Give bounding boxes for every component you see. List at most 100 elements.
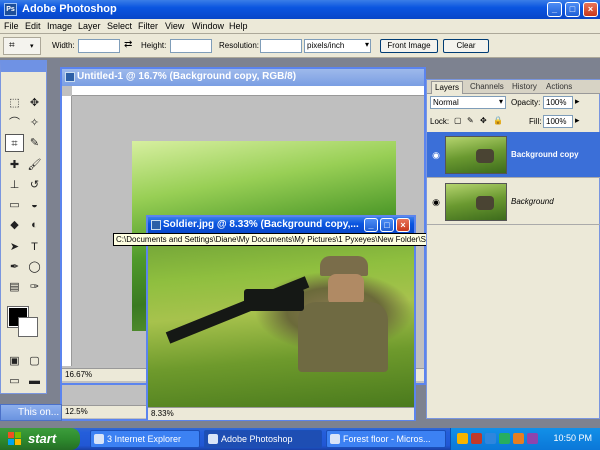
volume-icon[interactable] xyxy=(527,433,538,444)
front-image-button[interactable]: Front Image xyxy=(380,39,438,53)
start-label: start xyxy=(28,431,57,446)
path-select-icon[interactable]: ➤ xyxy=(5,238,24,256)
height-field[interactable] xyxy=(170,39,212,53)
maximize-button[interactable]: □ xyxy=(565,2,580,17)
document-icon xyxy=(330,434,340,444)
tray-icon[interactable] xyxy=(485,433,496,444)
vertical-ruler xyxy=(62,96,72,366)
layer-row-background-copy[interactable]: ◉ Background copy xyxy=(427,132,600,178)
windows-logo-icon xyxy=(8,432,23,446)
lock-transparent-icon[interactable]: ▢ xyxy=(454,116,462,125)
resolution-field[interactable] xyxy=(260,39,302,53)
menu-edit[interactable]: Edit xyxy=(25,21,41,31)
tray-icon[interactable] xyxy=(471,433,482,444)
task-internet-explorer[interactable]: 3 Internet Explorer xyxy=(90,430,200,448)
close-button[interactable]: × xyxy=(583,2,598,17)
document-title-bar[interactable]: Untitled-1 @ 16.7% (Background copy, RGB… xyxy=(62,69,424,86)
quick-mask-icon[interactable]: ▣ xyxy=(5,352,24,370)
start-button[interactable]: start xyxy=(0,428,80,450)
layer-row-background[interactable]: ◉ Background xyxy=(427,179,600,225)
lock-position-icon[interactable]: ✥ xyxy=(480,116,487,125)
blur-tool-icon[interactable]: ◆ xyxy=(5,216,24,234)
fill-field[interactable]: 100% xyxy=(543,115,573,128)
menu-window[interactable]: Window xyxy=(192,21,224,31)
type-tool-icon[interactable]: T xyxy=(25,238,44,256)
full-screen-icon[interactable]: ▬ xyxy=(25,372,44,390)
document-title-bar[interactable]: Soldier.jpg @ 8.33% (Background copy,...… xyxy=(148,217,414,234)
app-title-bar[interactable]: Ps Adobe Photoshop _ □ × xyxy=(0,0,600,19)
lock-all-icon[interactable]: 🔒 xyxy=(493,116,503,125)
task-forest-floor[interactable]: Forest floor - Micros... xyxy=(326,430,446,448)
width-label: Width: xyxy=(52,41,75,50)
move-tool-icon[interactable]: ✥ xyxy=(25,94,44,112)
clock[interactable]: 10:50 PM xyxy=(553,433,592,443)
fill-slider-icon[interactable]: ▸ xyxy=(575,115,580,126)
magic-wand-icon[interactable]: ✧ xyxy=(25,114,44,132)
tool-preset-picker[interactable]: ⌗ ▾ xyxy=(3,37,41,55)
pen-tool-icon[interactable]: ✒ xyxy=(5,258,24,276)
slice-tool-icon[interactable]: ✎ xyxy=(25,134,44,152)
tab-layers[interactable]: Layers xyxy=(431,81,464,94)
minimize-button[interactable]: _ xyxy=(547,2,562,17)
system-tray: 10:50 PM xyxy=(450,428,600,450)
opacity-field[interactable]: 100% xyxy=(543,96,573,109)
document-status-bar: 12.5% xyxy=(62,405,153,418)
background-color-swatch[interactable] xyxy=(18,317,38,337)
zoom-level[interactable]: 16.67% xyxy=(65,370,92,379)
tab-channels[interactable]: Channels xyxy=(467,81,507,94)
units-select[interactable]: pixels/inch ▾ xyxy=(304,39,371,53)
task-adobe-photoshop[interactable]: Adobe Photoshop xyxy=(204,430,322,448)
standard-mode-icon[interactable]: ▢ xyxy=(25,352,44,370)
maximize-button[interactable]: □ xyxy=(380,218,394,232)
brush-tool-icon[interactable]: 🖌 xyxy=(25,156,44,174)
tab-actions[interactable]: Actions xyxy=(543,81,575,94)
layer-name: Background xyxy=(511,197,554,206)
soldier-hat xyxy=(320,256,368,276)
tray-icon[interactable] xyxy=(457,433,468,444)
tray-icon[interactable] xyxy=(513,433,524,444)
blend-mode-select[interactable]: Normal ▾ xyxy=(430,96,506,109)
fill-label: Fill: xyxy=(529,117,542,126)
tab-history[interactable]: History xyxy=(509,81,540,94)
zoom-level[interactable]: 8.33% xyxy=(151,409,174,418)
document-window-this-on[interactable]: 12.5% xyxy=(60,385,155,421)
menu-view[interactable]: View xyxy=(165,21,184,31)
clear-button[interactable]: Clear xyxy=(443,39,489,53)
crop-tool-icon[interactable]: ⌗ xyxy=(5,134,24,152)
lasso-tool-icon[interactable]: ⌒ xyxy=(5,114,24,132)
history-brush-icon[interactable]: ↺ xyxy=(25,176,44,194)
dodge-tool-icon[interactable]: ◐ xyxy=(25,216,44,234)
menu-select[interactable]: Select xyxy=(107,21,132,31)
chevron-down-icon: ▾ xyxy=(30,43,34,50)
photoshop-icon xyxy=(208,434,218,444)
eraser-tool-icon[interactable]: ▭ xyxy=(5,196,24,214)
notes-tool-icon[interactable]: ▤ xyxy=(5,278,24,296)
width-field[interactable] xyxy=(78,39,120,53)
minimized-document[interactable]: This on... xyxy=(0,404,62,421)
eye-icon[interactable]: ◉ xyxy=(431,197,441,208)
internet-explorer-icon xyxy=(94,434,104,444)
shape-tool-icon[interactable]: ◯ xyxy=(25,258,44,276)
minimize-button[interactable]: _ xyxy=(364,218,378,232)
opacity-slider-icon[interactable]: ▸ xyxy=(575,96,580,107)
eye-icon[interactable]: ◉ xyxy=(431,150,441,161)
zoom-level[interactable]: 12.5% xyxy=(65,407,88,416)
menu-help[interactable]: Help xyxy=(229,21,248,31)
healing-brush-icon[interactable]: ✚ xyxy=(5,156,24,174)
menu-file[interactable]: File xyxy=(4,21,19,31)
screen-mode-icon[interactable]: ▭ xyxy=(5,372,24,390)
paint-bucket-icon[interactable]: ◒ xyxy=(25,196,44,214)
menu-filter[interactable]: Filter xyxy=(138,21,158,31)
layers-panel: Layers Channels History Actions Normal ▾… xyxy=(426,79,600,419)
marquee-tool-icon[interactable]: ⬚ xyxy=(5,94,24,112)
lock-label: Lock: xyxy=(430,117,450,126)
menu-layer[interactable]: Layer xyxy=(78,21,101,31)
swap-icon[interactable]: ⇄ xyxy=(124,39,132,50)
close-button[interactable]: × xyxy=(396,218,410,232)
lock-image-icon[interactable]: ✎ xyxy=(467,116,474,125)
clone-stamp-icon[interactable]: ⊥ xyxy=(5,176,24,194)
soldier-body xyxy=(298,302,388,372)
eyedropper-icon[interactable]: ✑ xyxy=(25,278,44,296)
tray-icon[interactable] xyxy=(499,433,510,444)
menu-image[interactable]: Image xyxy=(47,21,72,31)
